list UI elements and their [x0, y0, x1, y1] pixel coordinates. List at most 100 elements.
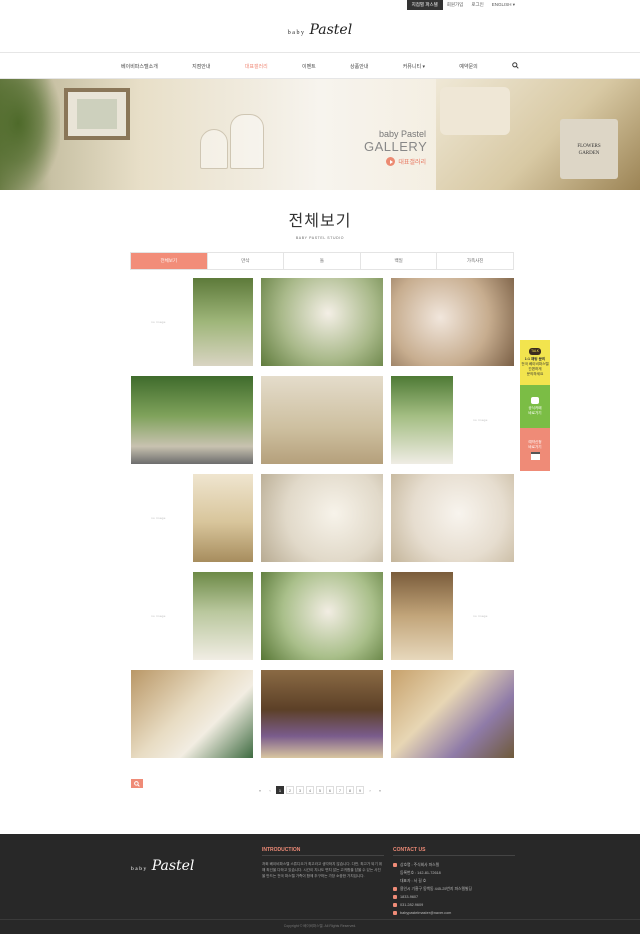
page-heading: 전체보기 BABY PASTEL STUDIO	[0, 207, 640, 240]
language-select[interactable]: ENGLISH ▾	[488, 0, 519, 10]
page-number[interactable]: 4	[306, 786, 314, 794]
copyright: Copyright © 베이비파스텔. All Rights Reserved.	[283, 924, 357, 928]
branch-pastel-link[interactable]: 지점별 파스텔	[406, 0, 443, 10]
tab-100-days[interactable]: 백일	[359, 253, 437, 269]
next-page-button[interactable]: ›	[366, 786, 374, 794]
photo-placeholder-label: no image	[151, 614, 166, 618]
photo-family-sofa	[261, 376, 383, 464]
footer-introduction: INTRODUCTION 저희 베이비파스텔 스튜디오가 최고라고 생각하지 않…	[262, 847, 384, 879]
nav-item-about[interactable]: 베이비파스텔소개	[121, 63, 158, 70]
header: baby Pastel	[0, 22, 640, 38]
reservation-widget[interactable]: 예약신청 바로가기	[520, 428, 550, 471]
page-number[interactable]: 1	[276, 786, 284, 794]
page-subtitle: BABY PASTEL STUDIO	[295, 236, 345, 240]
fax-icon	[393, 903, 397, 907]
gallery-item[interactable]: no image	[391, 376, 514, 464]
contact-text: 상호명 : 주식회사 파스텔	[400, 863, 440, 867]
gallery-item[interactable]: no image	[131, 474, 253, 562]
pot-text: FLOWERS GARDEN	[577, 144, 601, 156]
page-number[interactable]: 9	[356, 786, 364, 794]
kakao-talk-widget[interactable]: TALK 1:1 채팅 문의 전국 베이비파스텔 간편하게 문의하세요	[520, 340, 550, 385]
contact-text: 용인시 기흥구 동백동 445-25번지 파스텔빌딩	[400, 887, 472, 891]
contact-text: 1833-9607	[400, 895, 419, 899]
photo-placeholder-label: no image	[473, 614, 488, 618]
footer-contact: CONTACT US 상호명 : 주식회사 파스텔 등록번호 : 142-81-…	[393, 847, 515, 917]
site-logo[interactable]: baby Pastel	[288, 22, 352, 38]
tab-family[interactable]: 가족사진	[436, 253, 513, 269]
photo-siblings-curtain	[193, 474, 253, 562]
search-icon[interactable]	[512, 62, 519, 71]
tab-maternity[interactable]: 만삭	[206, 253, 284, 269]
page-number[interactable]: 2	[286, 786, 294, 794]
prev-page-button[interactable]: ‹	[266, 786, 274, 794]
nav-item-reservation[interactable]: 예약문의	[459, 63, 477, 70]
contact-text[interactable]: babypastelmaster@naver.com	[400, 909, 451, 917]
photo-baby-hanbok-table	[391, 670, 514, 758]
photo-family-garden	[131, 376, 253, 464]
contact-text: 031.282.9609	[400, 903, 424, 907]
gallery-item[interactable]	[391, 278, 514, 366]
gallery-item[interactable]	[261, 474, 383, 562]
nav-item-community[interactable]: 커뮤니티 ▾	[403, 63, 425, 70]
logo-small-text: baby	[287, 30, 306, 36]
page-number[interactable]: 8	[346, 786, 354, 794]
pagination: « ‹ 1 2 3 4 5 6 7 8 9 › »	[0, 786, 640, 794]
last-page-button[interactable]: »	[376, 786, 384, 794]
gallery-item[interactable]	[131, 376, 253, 464]
nav-item-gallery[interactable]: 대표갤러리	[245, 63, 268, 70]
gallery-item[interactable]	[131, 670, 253, 758]
footer-logo: baby Pastel	[131, 858, 194, 874]
nav-item-products[interactable]: 상품안내	[350, 63, 368, 70]
photo-girl-bonnet	[391, 278, 514, 366]
official-cafe-widget[interactable]: 공식카페 바로가기	[520, 385, 550, 428]
photo-girl-green-skirt	[131, 670, 253, 758]
tab-all[interactable]: 전체보기	[131, 253, 207, 269]
contact-item: 대표자 : 서 길 호	[393, 877, 515, 885]
page-number[interactable]: 5	[316, 786, 324, 794]
nav-item-branches[interactable]: 지점안내	[192, 63, 210, 70]
page-title: 전체보기	[288, 213, 352, 230]
footer: baby Pastel INTRODUCTION 저희 베이비파스텔 스튜디오가…	[0, 834, 640, 934]
gallery-item[interactable]: no image	[131, 572, 253, 660]
page-number[interactable]: 7	[336, 786, 344, 794]
photo-kiss-kids	[193, 278, 253, 366]
reserve-line: 바로가기	[528, 444, 542, 449]
page-number[interactable]: 3	[296, 786, 304, 794]
gallery-item[interactable]	[261, 278, 383, 366]
photo-placeholder-label: no image	[151, 516, 166, 520]
contact-item: 등록번호 : 142-81-72618	[393, 869, 515, 877]
birdcage-decoration	[200, 129, 228, 169]
photo-baby-bonnet	[391, 474, 514, 562]
banner-caption: baby Pastel GALLERY 대표갤러리	[364, 129, 427, 166]
signup-link[interactable]: 회원가입	[443, 0, 468, 10]
page-number[interactable]: 6	[326, 786, 334, 794]
gallery-item[interactable]	[261, 572, 383, 660]
contact-item: 상호명 : 주식회사 파스텔	[393, 861, 515, 869]
gallery-item[interactable]: no image	[131, 278, 253, 366]
gallery-item[interactable]	[391, 474, 514, 562]
gallery-item[interactable]	[261, 376, 383, 464]
banner-sofa	[440, 87, 510, 135]
contact-text: 대표자 : 서 길 호	[400, 879, 427, 883]
email-icon	[393, 911, 397, 915]
banner-photo-frame	[64, 88, 130, 140]
top-utility-bar: 지점별 파스텔 회원가입 로그인 ENGLISH ▾	[0, 0, 640, 10]
photo-girl-dress-garden	[261, 278, 383, 366]
gallery-item[interactable]	[261, 670, 383, 758]
first-page-button[interactable]: «	[256, 786, 264, 794]
category-tabs: 전체보기 만삭 돌 백일 가족사진	[130, 252, 514, 270]
login-link[interactable]: 로그인	[467, 0, 487, 10]
gallery-item[interactable]	[391, 670, 514, 758]
birdcage-decoration	[230, 114, 264, 169]
location-icon	[393, 887, 397, 891]
floating-quick-menu: TALK 1:1 채팅 문의 전국 베이비파스텔 간편하게 문의하세요 공식카페…	[520, 340, 550, 471]
contact-item: 용인시 기흥구 동백동 445-25번지 파스텔빌딩	[393, 885, 515, 893]
footer-divider	[0, 919, 640, 920]
photo-girl-tea-party	[261, 572, 383, 660]
gallery-item[interactable]: no image	[391, 572, 514, 660]
banner-gallery-link[interactable]: 대표갤러리	[364, 157, 426, 166]
photo-girl-white-dress	[391, 376, 453, 464]
tab-first-birthday[interactable]: 돌	[283, 253, 360, 269]
nav-item-event[interactable]: 이벤트	[302, 63, 316, 70]
footer-logo-small: baby	[131, 866, 148, 872]
